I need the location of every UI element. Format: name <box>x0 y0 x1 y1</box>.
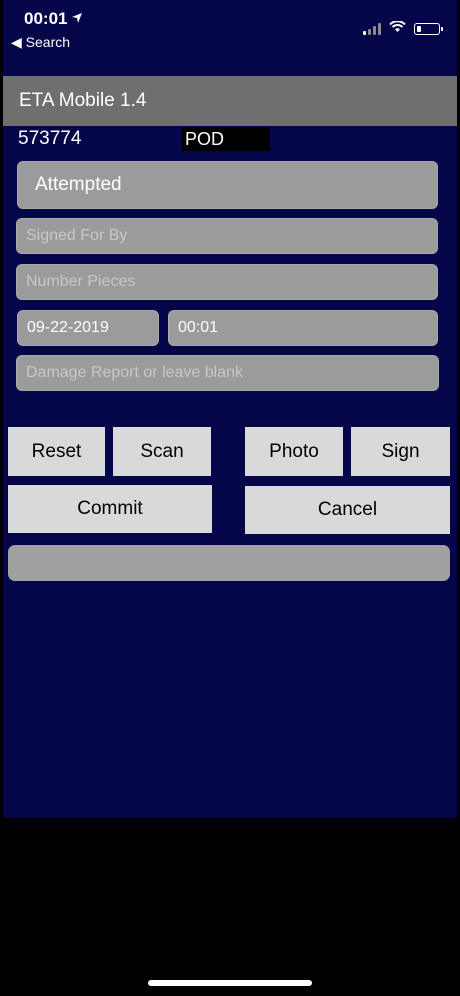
cancel-button[interactable]: Cancel <box>245 486 450 534</box>
reset-button[interactable]: Reset <box>8 427 105 476</box>
damage-report-input[interactable]: Damage Report or leave blank <box>16 355 439 391</box>
cellular-signal-icon <box>363 23 381 35</box>
location-arrow-icon <box>71 12 83 27</box>
title-bar: ETA Mobile 1.4 <box>3 76 457 126</box>
pod-badge: POD <box>182 127 270 151</box>
app-title: ETA Mobile 1.4 <box>19 90 147 111</box>
commit-button[interactable]: Commit <box>8 485 212 533</box>
home-indicator[interactable] <box>148 980 312 986</box>
delivery-status-select[interactable]: Attempted <box>17 161 438 209</box>
date-input[interactable]: 09-22-2019 <box>17 310 159 346</box>
time-input[interactable]: 00:01 <box>168 310 438 346</box>
status-time-group: 00:01 <box>24 9 83 29</box>
status-time: 00:01 <box>24 9 68 28</box>
sign-button[interactable]: Sign <box>351 427 450 476</box>
message-bar <box>8 545 450 581</box>
battery-icon <box>414 23 443 35</box>
status-indicators <box>363 20 443 38</box>
photo-button[interactable]: Photo <box>245 427 343 476</box>
number-pieces-input[interactable]: Number Pieces <box>16 264 438 300</box>
wifi-icon <box>389 20 406 38</box>
signed-for-by-input[interactable]: Signed For By <box>16 218 438 254</box>
scan-button[interactable]: Scan <box>113 427 211 476</box>
order-number: 573774 <box>18 128 82 149</box>
back-to-search-link[interactable]: ◀ Search <box>11 34 70 51</box>
